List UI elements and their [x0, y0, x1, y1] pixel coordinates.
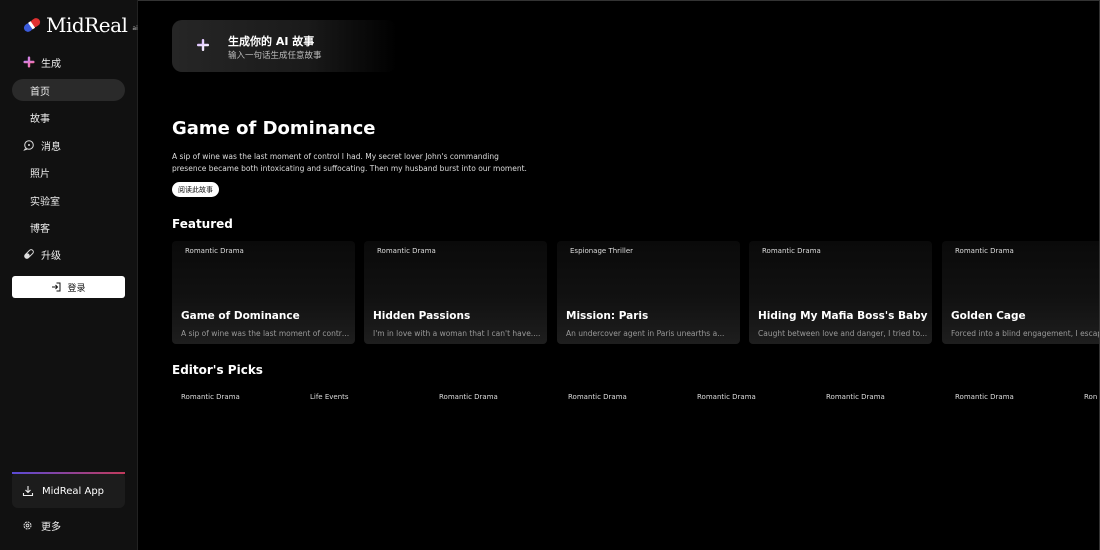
- story-genre: Romantic Drama: [377, 247, 436, 255]
- read-story-button[interactable]: 阅读此故事: [172, 182, 219, 197]
- sidebar-item-create[interactable]: 生成: [12, 51, 125, 73]
- sidebar-item-upgrade[interactable]: 升级: [12, 243, 125, 265]
- story-description: An undercover agent in Paris unearths a.…: [566, 329, 725, 338]
- sidebar-item-lab[interactable]: 实验室: [12, 189, 125, 211]
- main-content: 生成你的 AI 故事 输入一句话生成任意故事 Game of Dominance…: [138, 0, 1100, 550]
- story-description: A sip of wine was the last moment of con…: [181, 329, 351, 338]
- create-story-card[interactable]: 生成你的 AI 故事 输入一句话生成任意故事: [172, 20, 397, 72]
- story-card[interactable]: Romantic Drama Hidden Passions I'm in lo…: [364, 241, 547, 344]
- story-genre: Romantic Drama: [762, 247, 821, 255]
- story-card[interactable]: Espionage Thriller Mission: Paris An und…: [557, 241, 740, 344]
- sidebar-item-stories[interactable]: 故事: [12, 106, 125, 128]
- brand-logo-icon: [23, 18, 41, 32]
- login-button[interactable]: 登录: [12, 276, 125, 298]
- chat-bubble-icon: [23, 140, 34, 151]
- story-card[interactable]: Romantic Drama Golden Cage Forced into a…: [942, 241, 1100, 344]
- sidebar-item-home[interactable]: 首页: [12, 79, 125, 101]
- logo[interactable]: MidReal ai: [22, 13, 138, 37]
- story-title: Hiding My Mafia Boss's Baby: [758, 310, 928, 322]
- sidebar-item-label: 升级: [41, 250, 61, 262]
- midreal-app-button[interactable]: MidReal App: [12, 472, 125, 508]
- sidebar-item-label: 生成: [41, 58, 61, 70]
- sidebar: MidReal ai 生成 首页 故事 消息 照片 实验室 博客 升级 登录 M…: [0, 0, 138, 550]
- story-genre: Romantic Drama: [185, 247, 244, 255]
- sidebar-item-label: 消息: [41, 141, 61, 153]
- create-story-subtitle: 输入一句话生成任意故事: [228, 51, 322, 61]
- sidebar-item-blog[interactable]: 博客: [12, 216, 125, 238]
- sidebar-item-label: 博客: [30, 223, 50, 235]
- create-story-title: 生成你的 AI 故事: [228, 35, 315, 48]
- gear-icon: [23, 521, 32, 530]
- pick-genre[interactable]: Romantic Drama: [181, 393, 240, 401]
- hero-description: A sip of wine was the last moment of con…: [172, 152, 527, 173]
- midreal-app-label: MidReal App: [42, 485, 105, 497]
- story-title: Game of Dominance: [181, 310, 300, 322]
- pill-icon: [24, 249, 34, 259]
- download-icon: [22, 486, 34, 497]
- featured-heading: Featured: [172, 217, 233, 231]
- brand-name: MidReal: [46, 13, 128, 37]
- pick-genre[interactable]: Romantic Drama: [826, 393, 885, 401]
- plus-icon: [197, 39, 209, 51]
- login-icon: [52, 282, 61, 292]
- pick-genre[interactable]: Life Events: [310, 393, 349, 401]
- more-button[interactable]: 更多: [22, 518, 61, 533]
- plus-icon: [23, 56, 35, 68]
- editors-picks-heading: Editor's Picks: [172, 363, 263, 377]
- login-label: 登录: [67, 283, 86, 294]
- story-card[interactable]: Romantic Drama Game of Dominance A sip o…: [172, 241, 355, 344]
- pick-genre[interactable]: Ron: [1084, 393, 1097, 401]
- story-genre: Romantic Drama: [955, 247, 1014, 255]
- story-title: Hidden Passions: [373, 310, 471, 322]
- sidebar-item-photos[interactable]: 照片: [12, 161, 125, 183]
- story-description: Forced into a blind engagement, I escape: [951, 329, 1100, 338]
- story-description: Caught between love and danger, I tried …: [758, 329, 928, 338]
- story-description: I'm in love with a woman that I can't ha…: [373, 329, 541, 338]
- pick-genre[interactable]: Romantic Drama: [697, 393, 756, 401]
- story-card[interactable]: Romantic Drama Hiding My Mafia Boss's Ba…: [749, 241, 932, 344]
- sidebar-item-messages[interactable]: 消息: [12, 134, 125, 156]
- sidebar-item-label: 故事: [30, 113, 50, 125]
- story-genre: Espionage Thriller: [570, 247, 634, 255]
- more-label: 更多: [41, 522, 61, 533]
- sidebar-item-label: 照片: [30, 168, 50, 180]
- brand-sup: ai: [132, 24, 138, 32]
- pick-genre[interactable]: Romantic Drama: [439, 393, 498, 401]
- sidebar-item-label: 首页: [30, 86, 50, 98]
- pick-genre[interactable]: Romantic Drama: [568, 393, 627, 401]
- pick-genre[interactable]: Romantic Drama: [955, 393, 1014, 401]
- hero-title: Game of Dominance: [172, 118, 376, 139]
- sidebar-item-label: 实验室: [30, 196, 60, 208]
- story-title: Golden Cage: [951, 310, 1026, 322]
- story-title: Mission: Paris: [566, 310, 649, 322]
